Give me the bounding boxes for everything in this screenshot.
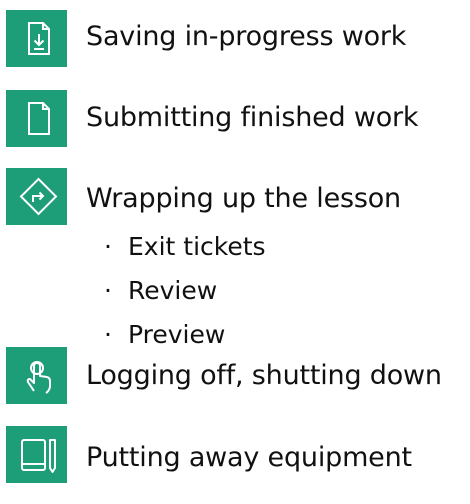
sub-item-review: · Review <box>104 269 266 313</box>
item-label-putting-away: Putting away equipment <box>86 442 412 473</box>
item-label-wrapping-up: Wrapping up the lesson <box>86 183 401 214</box>
direction-sign-icon <box>6 168 67 225</box>
bullet: · <box>104 320 112 349</box>
document-icon <box>6 90 67 147</box>
sub-item-label: Preview <box>128 320 226 349</box>
sub-item-label: Exit tickets <box>128 232 266 261</box>
bullet: · <box>104 276 112 305</box>
notebook-pencil-icon <box>6 426 67 483</box>
save-download-icon <box>6 10 67 67</box>
bullet: · <box>104 232 112 261</box>
sub-item-preview: · Preview <box>104 313 266 357</box>
item-label-submitting: Submitting finished work <box>86 102 419 133</box>
sub-list: · Exit tickets · Review · Preview <box>104 225 266 357</box>
sub-item-exit-tickets: · Exit tickets <box>104 225 266 269</box>
item-label-saving: Saving in-progress work <box>86 21 407 52</box>
item-label-logging-off: Logging off, shutting down <box>86 360 442 391</box>
sub-item-label: Review <box>128 276 218 305</box>
touch-pointer-icon <box>6 347 67 404</box>
